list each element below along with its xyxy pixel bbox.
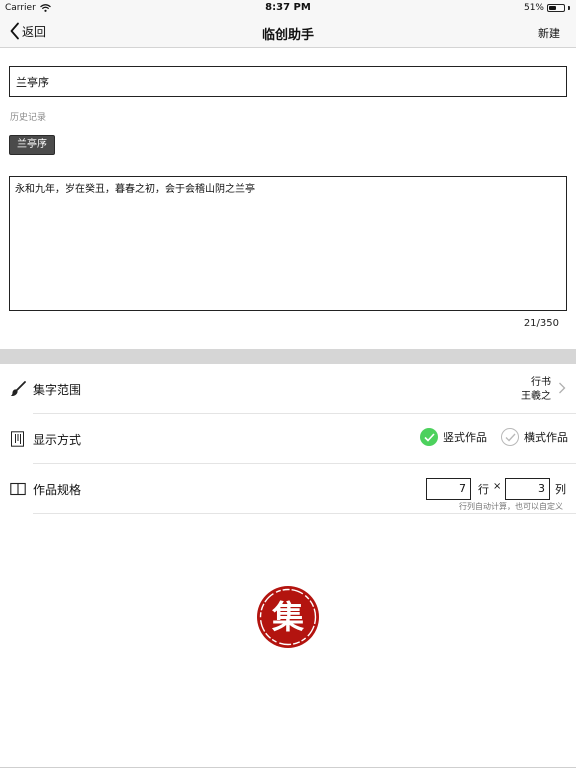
row-separator — [33, 513, 576, 514]
horizontal-option-label: 横式作品 — [524, 431, 568, 444]
scope-style: 行书 — [531, 377, 551, 388]
book-icon — [10, 482, 26, 496]
history-label: 历史记录 — [10, 113, 47, 123]
cols-unit: 列 — [555, 483, 566, 496]
status-time: 8:37 PM — [265, 2, 311, 13]
scope-label: 集字范围 — [33, 383, 82, 397]
rows-input[interactable]: 7 — [426, 478, 471, 500]
char-count: 21/350 — [523, 318, 559, 329]
battery-percent: 51% — [523, 3, 544, 13]
new-button[interactable]: 新建 — [538, 25, 560, 41]
times-sign: × — [493, 481, 502, 492]
content-textarea[interactable]: 永和九年，岁在癸丑，暮春之初，会于会稽山阴之兰亭 — [9, 176, 567, 311]
checkmark-selected-icon — [420, 428, 438, 446]
seal-logo: 集 — [257, 586, 319, 648]
chevron-right-icon — [559, 382, 566, 394]
size-row: 作品规格 7 行 × 3 列 行列自动计算，也可以自定义 — [0, 464, 576, 514]
navigation-bar: 返回 临创助手 新建 — [0, 16, 576, 48]
page-title: 临创助手 — [261, 28, 314, 43]
battery-fill — [549, 6, 556, 10]
display-row: 显示方式 竖式作品 横式作品 — [0, 414, 576, 464]
status-right: 51% — [524, 3, 570, 13]
display-label: 显示方式 — [33, 433, 82, 447]
battery-icon — [547, 4, 565, 12]
battery-tip — [568, 6, 570, 10]
title-input[interactable] — [9, 66, 567, 97]
seal-character: 集 — [271, 598, 304, 636]
horizontal-option[interactable]: 横式作品 — [501, 428, 568, 446]
scope-values: 行书 王羲之 — [521, 376, 551, 404]
history-item[interactable]: 兰亭序 — [9, 135, 55, 155]
vertical-option[interactable]: 竖式作品 — [420, 428, 487, 446]
size-hint: 行列自动计算，也可以自定义 — [459, 502, 563, 511]
brush-icon — [10, 381, 26, 397]
checkmark-unselected-icon — [501, 428, 519, 446]
section-divider — [0, 349, 576, 364]
status-bar: Carrier 8:37 PM 51% — [0, 0, 576, 16]
cols-input[interactable]: 3 — [505, 478, 550, 500]
scope-author: 王羲之 — [521, 391, 551, 402]
scope-row[interactable]: 集字范围 行书 王羲之 — [0, 364, 576, 414]
vertical-option-label: 竖式作品 — [443, 431, 487, 444]
rows-unit: 行 — [478, 483, 489, 496]
size-label: 作品规格 — [33, 483, 82, 497]
vertical-lines-icon — [11, 431, 24, 447]
